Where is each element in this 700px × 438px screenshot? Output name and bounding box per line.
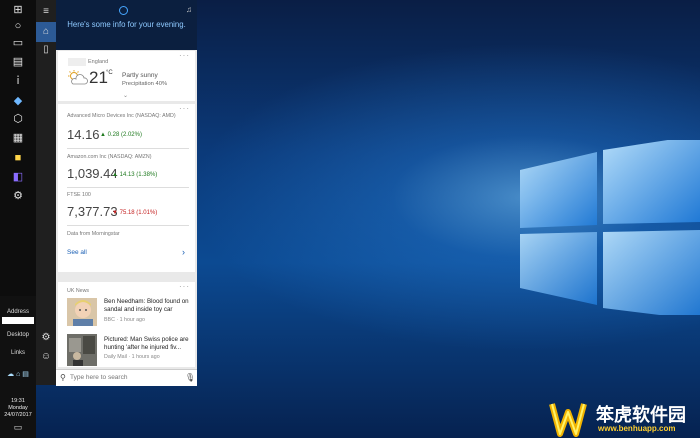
stock-change-amzn: ▲ 14.13 (1.38%) xyxy=(112,172,158,178)
clock-day: Monday xyxy=(8,405,28,411)
home-icon[interactable]: ⌂ xyxy=(36,22,56,42)
divider xyxy=(67,225,189,226)
weather-location: England xyxy=(88,59,109,65)
feedback-icon[interactable]: ☺ xyxy=(36,347,56,367)
sticky-notes-icon[interactable]: ■ xyxy=(8,151,28,165)
tray-icons[interactable]: ☁ ⌂ ▤ xyxy=(0,370,36,378)
chevron-down-icon[interactable]: ⌄ xyxy=(123,92,128,99)
stock-name-amzn: Amazon.com Inc (NASDAQ: AMZN) xyxy=(67,154,152,160)
windows-logo xyxy=(520,140,700,315)
address-label: Address xyxy=(6,309,29,315)
stocks-source: Data from Morningstar xyxy=(67,231,120,237)
action-center-icon[interactable]: ▭ xyxy=(0,422,36,433)
divider xyxy=(67,148,189,149)
news-meta: BBC · 1 hour ago xyxy=(104,317,145,323)
stock-price-amzn: 1,039.44 xyxy=(67,166,118,181)
watermark-url: www.benhuapp.com xyxy=(598,424,676,433)
search-box[interactable]: ⚲ 🎙 xyxy=(56,369,197,386)
cortana-rail: ≡ ⌂ ▯ ⚙ ☺ xyxy=(36,0,56,385)
links-label[interactable]: Links xyxy=(0,350,36,356)
hamburger-menu-icon[interactable]: ≡ xyxy=(36,2,56,22)
window-icon[interactable]: ▤ xyxy=(8,55,28,69)
weather-precipitation: Precipitation 40% xyxy=(122,81,168,87)
stock-price-ftse: 7,377.73 xyxy=(67,204,118,219)
search-icon: ⚲ xyxy=(60,373,66,382)
news-headline[interactable]: Pictured: Man Swiss police are hunting '… xyxy=(104,336,192,352)
stock-name-ftse: FTSE 100 xyxy=(67,192,91,198)
cortana-ring-icon[interactable]: ○ xyxy=(8,19,28,33)
taskbar: ⊞ ○ ▭ ▤ ⅰ ◆ ⬡ ▦ ■ ◧ ⚙ Address Desktop Li… xyxy=(0,0,36,438)
weather-more-icon[interactable]: ··· xyxy=(179,51,190,60)
cortana-greeting: Here's some info for your evening. xyxy=(67,20,186,29)
clock-date: 24/07/2017 xyxy=(4,412,32,418)
news-headline[interactable]: Ben Needham: Blood found on sandal and i… xyxy=(104,298,192,314)
notebook-icon[interactable]: ▯ xyxy=(36,40,56,60)
music-note-icon[interactable]: ♫ xyxy=(184,5,194,15)
app-icon[interactable]: ◆ xyxy=(8,94,28,108)
news-card[interactable]: ··· UK News Ben Needham: Blood found on … xyxy=(58,282,195,367)
desktop-label[interactable]: Desktop xyxy=(0,332,36,338)
settings-gear-icon[interactable]: ⚙ xyxy=(8,189,28,203)
stock-name-amd: Advanced Micro Devices Inc (NASDAQ: AMD) xyxy=(67,113,176,119)
chevron-right-icon[interactable]: › xyxy=(182,247,185,257)
divider xyxy=(67,187,189,188)
clock[interactable]: 19:31 Monday 24/07/2017 xyxy=(0,398,36,419)
news-meta: Daily Mail · 1 hours ago xyxy=(104,354,160,360)
address-input[interactable] xyxy=(2,317,34,324)
stock-change-amd: ▲ 0.28 (2.02%) xyxy=(100,132,142,138)
see-all-link[interactable]: See all xyxy=(67,249,87,256)
cortana-panel: Here's some info for your evening. ♫ ···… xyxy=(56,0,197,385)
settings-icon[interactable]: ⚙ xyxy=(36,328,56,348)
calculator-icon[interactable]: ▦ xyxy=(8,131,28,145)
weather-card[interactable]: ··· England 21 °C Partly sunny Precipita… xyxy=(58,51,195,101)
clock-time: 19:31 xyxy=(11,398,25,404)
weather-condition: Partly sunny xyxy=(122,72,158,79)
cortana-header: Here's some info for your evening. ♫ xyxy=(56,0,197,50)
microphone-icon[interactable]: 🎙 xyxy=(185,373,195,383)
news-more-icon[interactable]: ··· xyxy=(179,282,190,291)
onenote-icon[interactable]: ◧ xyxy=(8,170,28,184)
stock-price-amd: 14.16 xyxy=(67,127,100,142)
stocks-more-icon[interactable]: ··· xyxy=(179,104,190,113)
weather-unit: °C xyxy=(106,70,113,76)
news-thumbnail-scene[interactable] xyxy=(67,334,97,366)
search-input[interactable] xyxy=(70,372,180,383)
location-placeholder xyxy=(68,58,86,66)
address-toolbar: Address Desktop Links ☁ ⌂ ▤ 19:31 Monday… xyxy=(0,296,36,438)
news-thumbnail-child[interactable] xyxy=(67,298,97,326)
shield-icon[interactable]: ⬡ xyxy=(8,112,28,126)
partly-sunny-icon xyxy=(68,70,88,85)
stocks-card[interactable]: ··· Advanced Micro Devices Inc (NASDAQ: … xyxy=(58,104,195,272)
stock-change-ftse: ▼ 75.18 (1.01%) xyxy=(112,210,158,216)
cortana-logo-icon xyxy=(119,6,128,15)
task-view-icon[interactable]: ▭ xyxy=(8,36,28,50)
news-title: UK News xyxy=(67,288,90,294)
info-icon[interactable]: ⅰ xyxy=(8,74,28,88)
start-icon[interactable]: ⊞ xyxy=(8,3,28,17)
